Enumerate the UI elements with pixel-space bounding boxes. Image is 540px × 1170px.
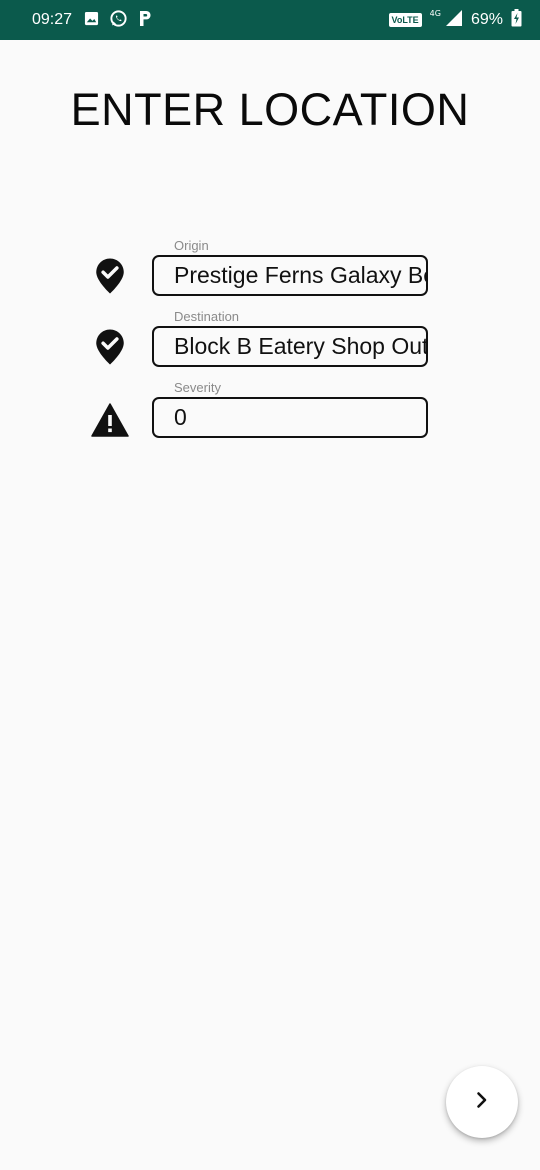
- status-left: 09:27: [32, 9, 152, 32]
- battery-percent: 69%: [470, 11, 503, 28]
- severity-value: 0: [174, 404, 187, 430]
- signal-icon: [445, 9, 463, 31]
- status-time: 09:27: [32, 11, 73, 28]
- next-button[interactable]: [446, 1066, 518, 1138]
- page-title: ENTER LOCATION: [70, 84, 470, 135]
- severity-label: Severity: [174, 380, 221, 395]
- destination-input[interactable]: Block B Eatery Shop Outlet: [152, 326, 428, 367]
- destination-label: Destination: [174, 309, 240, 324]
- severity-field-row: Severity 0: [0, 380, 540, 450]
- whatsapp-icon: [109, 9, 128, 32]
- origin-value: Prestige Ferns Galaxy Bellandur: [174, 262, 426, 288]
- location-check-icon: [90, 256, 130, 296]
- location-check-icon: [90, 327, 130, 367]
- volte-badge: VoLTE: [388, 13, 422, 27]
- origin-label: Origin: [174, 238, 209, 253]
- status-bar: 09:27 VoLTE 4G 69%: [0, 0, 540, 40]
- network-type-label: 4G: [429, 9, 441, 18]
- chevron-right-icon: [474, 1090, 490, 1114]
- warning-icon: [90, 400, 130, 440]
- origin-field-row: Origin Prestige Ferns Galaxy Bellandur: [0, 238, 540, 308]
- severity-input[interactable]: 0: [152, 397, 428, 438]
- paytm-icon: [138, 9, 152, 31]
- origin-input[interactable]: Prestige Ferns Galaxy Bellandur: [152, 255, 428, 296]
- destination-value: Block B Eatery Shop Outlet: [174, 333, 428, 359]
- status-right: VoLTE 4G 69%: [388, 9, 523, 31]
- image-icon: [84, 11, 99, 30]
- destination-field-row: Destination Block B Eatery Shop Outlet: [0, 309, 540, 379]
- battery-charging-icon: [511, 9, 522, 31]
